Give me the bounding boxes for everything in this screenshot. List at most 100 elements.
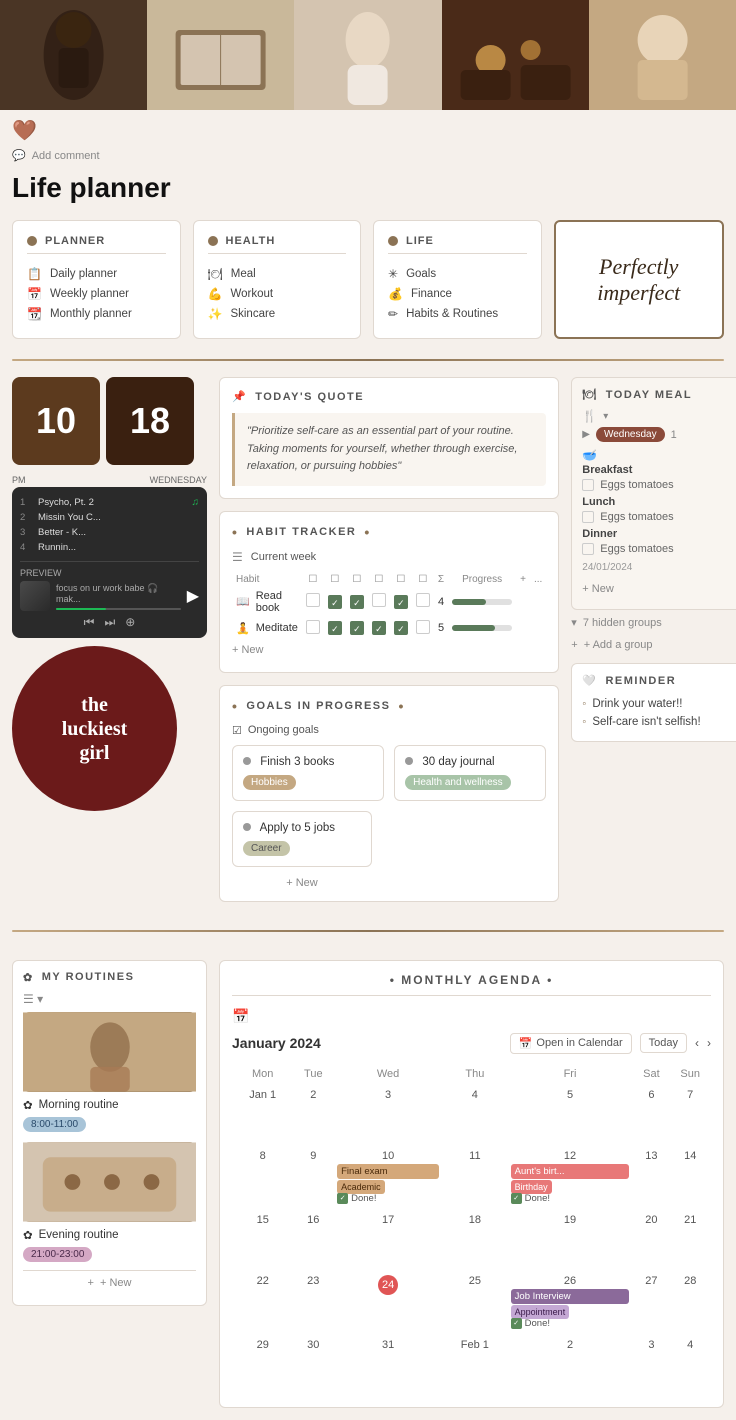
cal-jan6[interactable]: 6 [633,1084,669,1145]
cal-next-button[interactable]: › [707,1036,711,1050]
chevron-down-meal[interactable]: ▾ [603,411,608,422]
cal-jan16[interactable]: 16 [293,1209,333,1270]
goal-1-tag[interactable]: Hobbies [243,775,296,790]
cal-jan27[interactable]: 27 [633,1270,669,1334]
cal-jan20[interactable]: 20 [633,1209,669,1270]
habit-2-day1[interactable] [306,620,320,634]
cal-jan13[interactable]: 13 [633,1145,669,1209]
cal-jan22[interactable]: 22 [232,1270,293,1334]
cal-jan25[interactable]: 25 [443,1270,507,1334]
add-col[interactable]: + [516,572,530,587]
cal-event-aunt-birthday[interactable]: Aunt's birt... [511,1164,630,1179]
cal-jan18[interactable]: 18 [443,1209,507,1270]
cal-feb4[interactable]: 4 [669,1334,711,1395]
habit-2-day3[interactable] [350,621,364,635]
finance-link[interactable]: 💰 Finance [388,284,527,304]
goal-3-tag[interactable]: Career [243,841,290,856]
weekly-planner-link[interactable]: 📅 Weekly planner [27,284,166,304]
cal-prev-button[interactable]: ‹ [695,1036,699,1050]
cal-jan19[interactable]: 19 [507,1209,634,1270]
cal-jan23[interactable]: 23 [293,1270,333,1334]
cal-jan15[interactable]: 15 [232,1209,293,1270]
health-dot [208,236,218,246]
add-to-queue[interactable]: ⊕ [125,615,135,630]
habit-1-day4[interactable] [372,593,386,607]
goals-link[interactable]: ✳ Goals [388,264,527,284]
cal-event-done-1[interactable]: ✓Done! [337,1193,439,1204]
habit-1-day1[interactable] [306,593,320,607]
cal-jan5[interactable]: 5 [507,1084,634,1145]
cal-event-job-interview[interactable]: Job Interview [511,1289,630,1304]
habits-icon: ✏ [388,307,398,321]
lunch-check[interactable] [582,511,594,523]
music-track-3[interactable]: 3 Better - K... [20,525,199,540]
cal-jan11[interactable]: 11 [443,1145,507,1209]
cal-jan2[interactable]: 2 [293,1084,333,1145]
cal-jan21[interactable]: 21 [669,1209,711,1270]
music-track-4[interactable]: 4 Runnin... [20,540,199,555]
cal-jan8[interactable]: 8 [232,1145,293,1209]
habit-2-day4[interactable] [372,621,386,635]
hidden-groups[interactable]: ▾ 7 hidden groups [571,610,736,635]
cal-feb1[interactable]: Feb 1 [443,1334,507,1395]
breakfast-check[interactable] [582,479,594,491]
cal-jan12[interactable]: 12 Aunt's birt... Birthday ✓Done! [507,1145,634,1209]
habit-1-day5[interactable] [394,595,408,609]
habit-2-day2[interactable] [328,621,342,635]
heart-icon[interactable]: 🤎 [12,118,37,143]
cal-event-final-exam[interactable]: Final exam [337,1164,439,1179]
cal-jan1[interactable]: Jan 1 [232,1084,293,1145]
cal-jan26[interactable]: 26 Job Interview Appointment ✓Done! [507,1270,634,1334]
cal-jan4[interactable]: 4 [443,1084,507,1145]
skip-button[interactable]: ⏭ [104,615,115,630]
goals-add-button[interactable]: + New [232,877,372,889]
list-view-icon[interactable]: ☰ ▾ [23,992,196,1006]
today-button[interactable]: Today [640,1033,687,1053]
more-col[interactable]: ... [530,572,546,587]
workout-link[interactable]: 💪 Workout [208,284,347,304]
cal-jan7[interactable]: 7 [669,1084,711,1145]
play-button[interactable]: ▶ [187,586,199,606]
habit-2-day5[interactable] [394,621,408,635]
skincare-link[interactable]: ✨ Skincare [208,304,347,324]
cal-jan24-today[interactable]: 24 [333,1270,443,1334]
toggle-icon[interactable]: ▶ [582,429,590,440]
habit-add-button[interactable]: + New [232,640,546,660]
meal-link[interactable]: 🍽 Meal [208,264,347,284]
cal-jan30[interactable]: 30 [293,1334,333,1395]
routines-section-title: MY ROUTINES [42,971,135,983]
hidden-groups-label: 7 hidden groups [583,617,662,629]
cal-jan9[interactable]: 9 [293,1145,333,1209]
cal-jan14[interactable]: 14 [669,1145,711,1209]
cal-jan31[interactable]: 31 [333,1334,443,1395]
cal-event-done-3[interactable]: ✓Done! [511,1318,630,1329]
cal-feb2[interactable]: 2 [507,1334,634,1395]
goal-2-tag[interactable]: Health and wellness [405,775,511,790]
monthly-planner-label: Monthly planner [50,308,132,320]
open-calendar-button[interactable]: 📅 Open in Calendar [510,1033,632,1054]
add-comment-link[interactable]: Add comment [32,150,100,162]
music-track-1[interactable]: 1 Psycho, Pt. 2 ♫ [20,495,199,510]
cal-jan10[interactable]: 10 Final exam Academic ✓Done! [333,1145,443,1209]
routines-add-button[interactable]: + + New [23,1270,196,1295]
music-track-2[interactable]: 2 Missin You C... [20,510,199,525]
habit-2-day6[interactable] [416,620,430,634]
habit-1-day3[interactable] [350,595,364,609]
skincare-icon: ✨ [208,307,223,321]
dinner-check[interactable] [582,543,594,555]
habits-link[interactable]: ✏ Habits & Routines [388,304,527,324]
add-group-button[interactable]: + + Add a group [571,635,736,655]
daily-planner-link[interactable]: 📋 Daily planner [27,264,166,284]
meal-add-button[interactable]: + New [582,579,736,599]
cal-jan17[interactable]: 17 [333,1209,443,1270]
cal-jan3[interactable]: 3 [333,1084,443,1145]
cal-feb3[interactable]: 3 [633,1334,669,1395]
cal-event-done-2[interactable]: ✓Done! [511,1193,630,1204]
cal-jan28[interactable]: 28 [669,1270,711,1334]
habit-1-day2[interactable] [328,595,342,609]
habit-1-progress [452,599,512,605]
cal-jan29[interactable]: 29 [232,1334,293,1395]
monthly-planner-link[interactable]: 📆 Monthly planner [27,304,166,324]
prev-button[interactable]: ⏮ [84,615,95,630]
habit-1-day6[interactable] [416,593,430,607]
